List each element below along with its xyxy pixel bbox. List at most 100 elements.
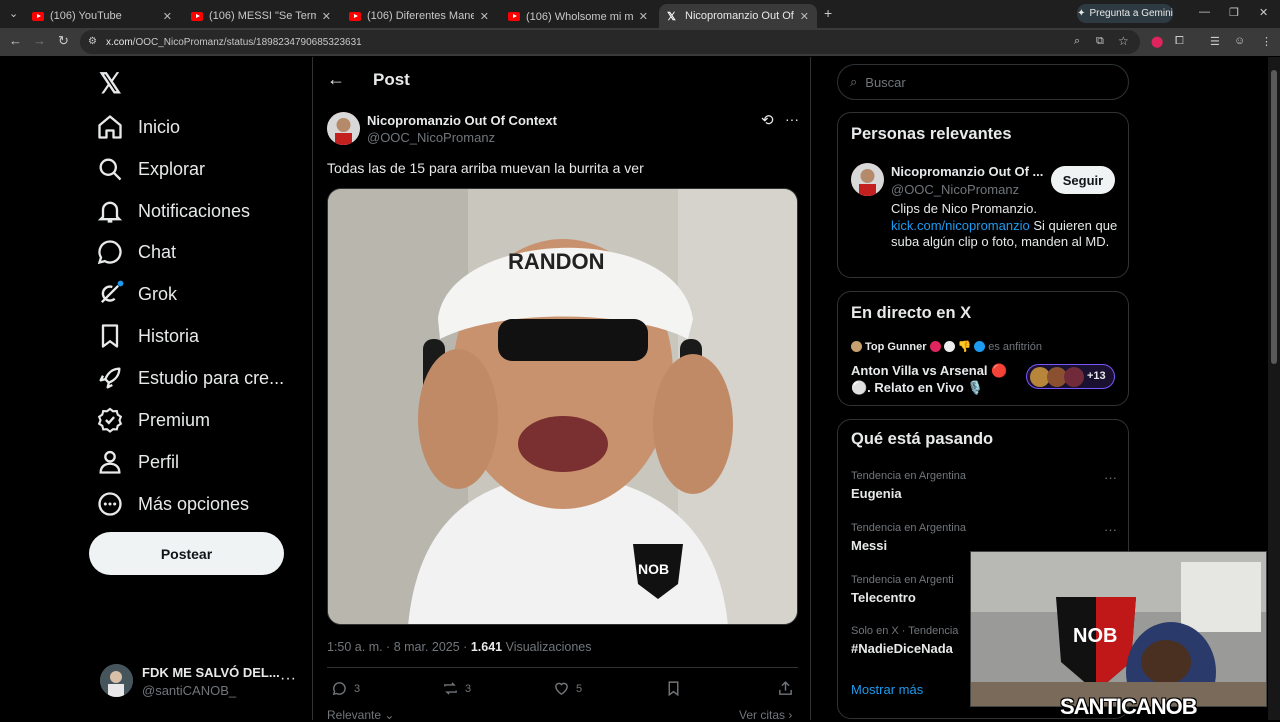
white-circle-icon [943,341,955,352]
person-icon [99,450,121,474]
more-horizontal-icon[interactable]: ··· [1104,470,1117,485]
tab-close-icon[interactable]: ✕ [322,10,331,23]
reload-icon[interactable]: ↻ [58,33,69,49]
nav-notifications[interactable]: Notificaciones [96,191,250,231]
author-name[interactable]: Nicopromanzio Out Of Context [367,113,557,128]
author-avatar[interactable] [327,112,360,145]
bookmark-icon [668,681,679,697]
follow-button[interactable]: Seguir [1051,166,1115,194]
grok-explain-icon[interactable]: ⟲ [761,111,774,129]
nav-bookmarks[interactable]: Historia [96,316,199,356]
more-horizontal-icon[interactable]: ··· [785,111,799,127]
tab-close-icon[interactable]: ✕ [163,10,172,23]
nav-profile[interactable]: Perfil [96,442,179,482]
gemini-button[interactable]: ✦ Pregunta a Gemini [1077,4,1173,23]
tab-close-icon[interactable]: ✕ [800,10,809,23]
bio-link[interactable]: kick.com/nicopromanzio [891,218,1030,233]
card-title: Qué está pasando [851,430,994,448]
webcam-overlay: NOB [970,551,1267,707]
nav-premium[interactable]: Premium [96,400,210,440]
user-name[interactable]: Nicopromanzio Out Of ... [891,164,1043,179]
webcam-frame: NOB [971,552,1266,706]
nav-more-options[interactable]: Más opciones [96,484,249,524]
install-app-icon[interactable]: ⧉ [1096,35,1104,48]
like-button[interactable]: 5 [553,680,582,697]
browser-tab[interactable]: (106) YouTube ✕ [24,4,180,28]
nav-grok[interactable]: Grok [96,274,177,314]
forward-nav-icon[interactable]: → [33,33,46,48]
bookmark-icon [101,324,119,348]
share-button[interactable] [777,680,794,697]
user-handle[interactable]: @OOC_NicoPromanz [891,182,1019,197]
verified-icon [974,341,986,352]
nav-creator-studio[interactable]: Estudio para cre... [96,358,284,398]
profile-icon[interactable]: ☺ [1234,35,1245,47]
relevant-people-card: Personas relevantes Nicopromanzio Out Of… [837,112,1129,278]
repost-button[interactable]: 3 [442,680,471,697]
home-icon [98,115,122,139]
media-control-icon[interactable]: ☰ [1210,35,1220,48]
more-horizontal-icon[interactable]: ··· [1104,522,1117,537]
space-host: Top Gunner 👎 es anfitrión [851,340,1042,353]
nav-explore[interactable]: Explorar [96,149,205,189]
page-title: Post [373,70,410,89]
new-tab-icon[interactable]: + [824,5,832,21]
search-icon: ⌕ [850,74,858,89]
back-arrow-icon[interactable]: ← [327,69,345,90]
restore-icon[interactable]: ❐ [1229,6,1239,19]
bookmark-star-icon[interactable]: ☆ [1118,34,1129,48]
trend-item[interactable]: Tendencia en Argentina Messi ··· [851,522,1119,553]
nav-home[interactable]: Inicio [96,107,180,147]
account-handle: @santiCANOB_ [142,683,237,698]
heart-icon [555,682,568,696]
trend-item[interactable]: Tendencia en Argentina Eugenia ··· [851,470,1119,501]
avatar [100,664,133,697]
show-more-link[interactable]: Mostrar más [851,682,923,697]
chat-icon [97,240,122,265]
tab-list-chevron-icon[interactable]: ⌄ [9,7,18,20]
menu-kebab-icon[interactable]: ⋮ [1261,35,1272,48]
post-metadata: 1:50 a. m. · 8 mar. 2025 · 1.641 Visuali… [327,640,592,654]
browser-tab-bar: ⌄ (106) YouTube✕ (106) MESSI "Se Termino… [0,0,1280,28]
search-icon [99,158,122,181]
account-switcher[interactable]: FDK ME SALVÓ DEL... @santiCANOB_ ··· [100,662,300,706]
site-info-icon[interactable]: ⚙ [88,36,97,47]
avatar[interactable] [851,163,884,196]
window-close-icon[interactable]: ✕ [1259,6,1268,19]
search-input[interactable]: ⌕ Buscar [837,64,1129,100]
browser-tab[interactable]: (106) Wholsome mi machete 🇦🇷✕ [500,4,656,28]
tab-close-icon[interactable]: ✕ [480,10,489,23]
tab-close-icon[interactable]: ✕ [639,10,648,23]
listener-avatars: +13 [1026,364,1115,389]
minimize-icon[interactable]: — [1199,6,1210,18]
extension-icon[interactable]: ⬤ [1151,35,1163,48]
reply-button[interactable]: 3 [331,680,360,697]
scrollbar-thumb[interactable] [1271,70,1277,364]
browser-tab[interactable]: (106) MESSI "Se Termino La Sel✕ [183,4,339,28]
account-name: FDK ME SALVÓ DEL... [142,665,280,680]
youtube-icon [32,11,44,21]
svg-text:NOB: NOB [1073,625,1117,647]
post-media-video[interactable]: RANDON NOB [327,188,798,625]
more-horizontal-icon[interactable]: ··· [280,670,296,688]
bell-icon [97,201,123,223]
back-nav-icon[interactable]: ← [9,33,22,48]
x-logo-icon: 𝕏 [667,10,676,23]
zoom-icon[interactable]: ⌕ [1074,35,1080,48]
live-on-x-card[interactable]: En directo en X Top Gunner 👎 es anfitrió… [837,291,1129,406]
space-title: Anton Villa vs Arsenal 🔴 ⚪. Relato en Vi… [851,363,1008,395]
svg-text:RANDON: RANDON [508,249,605,274]
address-bar[interactable]: ⚙ x.com/OOC_NicoPromanz/status/189823479… [80,30,1140,54]
nav-chat[interactable]: Chat [96,232,176,272]
extensions-puzzle-icon[interactable]: ⧠ [1175,35,1184,48]
browser-tab[interactable]: (106) Diferentes Maneras De Te✕ [341,4,497,28]
user-bio: Clips de Nico Promanzio. kick.com/nicopr… [891,201,1118,249]
bookmark-button[interactable] [665,680,682,697]
reply-icon [332,682,346,696]
share-icon [779,681,792,695]
author-handle[interactable]: @OOC_NicoPromanz [367,130,495,145]
x-logo-icon[interactable]: 𝕏 [99,67,122,100]
browser-tab-active[interactable]: 𝕏Nicopromanzio Out Of Context✕ [659,4,817,28]
post-button[interactable]: Postear [89,532,284,575]
page-scrollbar[interactable] [1268,57,1280,720]
